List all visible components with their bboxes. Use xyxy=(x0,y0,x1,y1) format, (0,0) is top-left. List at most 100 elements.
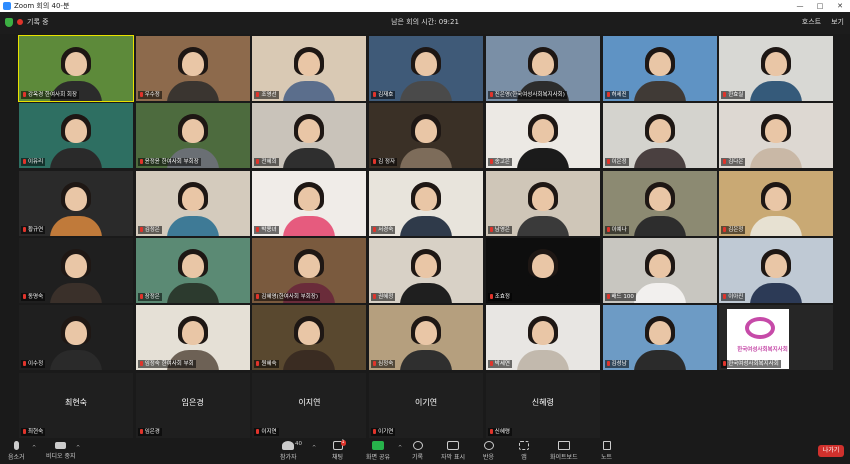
remaining-time: 남은 회의 시간: 09:21 xyxy=(391,18,459,26)
participant-tile[interactable]: 김 정자 xyxy=(369,103,484,169)
maximize-icon[interactable]: □ xyxy=(810,2,830,10)
participant-tile[interactable]: 장정은 xyxy=(135,237,250,303)
participant-name-label: 서경숙 xyxy=(371,225,396,234)
participant-name-label: 박용녀 xyxy=(254,225,279,234)
participant-name-label: 최현숙 xyxy=(21,427,46,436)
participant-name-label: 김다은 xyxy=(721,158,746,167)
muted-mic-icon xyxy=(373,428,377,434)
captions-button[interactable]: 자막 표시 xyxy=(441,441,465,461)
participant-tile[interactable]: 임은경 임은경 xyxy=(135,372,250,438)
muted-mic-icon xyxy=(606,226,610,232)
leave-button[interactable]: 나가기 xyxy=(818,445,844,457)
participant-name: 심정숙 xyxy=(378,361,394,368)
participant-tile[interactable]: 이유리 xyxy=(19,103,133,169)
share-options-chevron-icon[interactable]: ^ xyxy=(398,445,402,451)
participant-tile[interactable]: 강옥경 한여사회 회장 xyxy=(18,35,134,102)
participant-name: 김다은 xyxy=(728,159,744,166)
participant-tile[interactable]: 이은정 xyxy=(602,103,717,169)
participant-tile[interactable]: 한효실 xyxy=(719,36,834,101)
participant-tile[interactable]: 남영은 xyxy=(485,170,600,236)
participant-tile[interactable]: 송고은 xyxy=(485,103,600,169)
participant-tile[interactable]: 심정숙 xyxy=(369,305,484,371)
whiteboard-icon xyxy=(557,441,570,450)
participant-name: 김은정 xyxy=(728,226,744,233)
participant-tile[interactable]: 이예나 xyxy=(602,170,717,236)
muted-mic-icon xyxy=(723,293,727,299)
video-button[interactable]: 비디오 중지 xyxy=(46,441,76,460)
participant-name: 김정은 xyxy=(144,226,160,233)
participant-tile[interactable]: 김성남 xyxy=(602,305,717,371)
participant-tile[interactable]: 이아진 xyxy=(719,237,834,303)
minimize-icon[interactable]: — xyxy=(790,2,810,10)
notes-button[interactable]: 노트 xyxy=(601,441,612,461)
participant-face xyxy=(648,253,671,278)
participant-tile[interactable]: 김정은 xyxy=(135,170,250,236)
participant-tile[interactable]: 한국여성사회복지사회 한국여성사회복지사회 xyxy=(719,305,834,371)
participant-tile[interactable]: 김다은 xyxy=(719,103,834,169)
participant-name-label: 박세연 xyxy=(487,360,512,369)
participant-name-label: 조영선 xyxy=(254,91,279,99)
muted-mic-icon xyxy=(373,226,377,232)
participant-tile[interactable]: 원혜숙 xyxy=(252,305,367,371)
participant-face xyxy=(765,186,788,211)
view-button[interactable]: 보기 xyxy=(831,17,844,27)
participant-tile[interactable]: 허세진 xyxy=(602,36,717,101)
video-options-chevron-icon[interactable]: ^ xyxy=(76,445,80,451)
participant-face xyxy=(415,119,438,144)
participant-name-label: 전혜희 xyxy=(254,158,279,167)
record-button[interactable]: 기록 xyxy=(412,441,423,461)
participant-name-label: 이수정 xyxy=(21,360,46,369)
participant-tile[interactable]: 전혜희 xyxy=(252,103,367,169)
participant-name-label: 남영은 xyxy=(487,225,512,234)
participant-tile[interactable]: 우수정 xyxy=(135,36,250,101)
participant-tile[interactable]: 조영선 xyxy=(252,36,367,101)
participant-tile[interactable]: 이지연 이지연 xyxy=(252,372,367,438)
participant-face xyxy=(298,253,321,278)
participant-tile[interactable]: 황규연 xyxy=(19,170,133,236)
participants-chevron-icon[interactable]: ^ xyxy=(312,445,316,451)
participant-name-label: 이지연 xyxy=(254,427,279,436)
participant-tile[interactable]: 권혜정 xyxy=(369,237,484,303)
reactions-label: 반응 xyxy=(483,454,495,461)
participant-tile[interactable]: 박세연 xyxy=(485,305,600,371)
share-screen-button[interactable]: 화면 공유 xyxy=(366,441,390,461)
participant-tile[interactable]: 동명숙 xyxy=(19,237,133,303)
participant-name-label: 김은정 xyxy=(721,225,746,234)
participant-tile[interactable]: 임정숙 한여사회 부회 xyxy=(135,305,250,371)
participant-name-label: 원혜숙 xyxy=(254,360,279,369)
whiteboard-button[interactable]: 화이트보드 xyxy=(550,441,578,461)
participant-tile[interactable]: 박용녀 xyxy=(252,170,367,236)
participant-tile[interactable]: 윤정윤 한여사회 부회장 xyxy=(135,103,250,169)
chat-button[interactable]: 1 채팅 xyxy=(332,440,346,461)
participant-tile[interactable]: 서경숙 xyxy=(369,170,484,236)
reactions-button[interactable]: 반응 xyxy=(483,441,494,461)
participant-tile[interactable]: 이수정 xyxy=(19,305,133,371)
participant-face xyxy=(765,119,788,144)
share-screen-icon xyxy=(372,441,384,450)
participant-face xyxy=(648,52,671,76)
muted-mic-icon xyxy=(256,361,260,367)
audio-options-chevron-icon[interactable]: ^ xyxy=(32,445,36,451)
participant-tile[interactable]: 김혜영(한여사회 부회장) xyxy=(252,237,367,303)
close-icon[interactable]: ✕ xyxy=(830,2,850,10)
chat-icon: 1 xyxy=(332,440,346,450)
participant-tile[interactable]: 진은영(한국여성사회복지사회) xyxy=(485,36,600,101)
participant-tile[interactable]: 이기연 이기연 xyxy=(369,372,484,438)
participant-tile[interactable]: 김은정 xyxy=(719,170,834,236)
participant-name-label: 한국여성사회복지사회 xyxy=(721,360,781,369)
participant-name-label: 심정숙 xyxy=(371,360,396,369)
notes-label: 노트 xyxy=(601,454,613,461)
participant-tile[interactable]: 조효정 xyxy=(485,237,600,303)
participant-face xyxy=(298,119,321,144)
participant-tile[interactable]: 김재호 xyxy=(369,36,484,101)
participant-name: 장정은 xyxy=(144,293,160,300)
participant-name: 박용녀 xyxy=(261,226,277,233)
participant-tile[interactable]: 최현숙 최현숙 xyxy=(19,372,133,438)
mute-button[interactable]: 음소거 xyxy=(8,441,25,461)
participant-name-label: 조효정 xyxy=(487,292,512,301)
participant-tile[interactable]: 배드 100 xyxy=(602,237,717,303)
participant-name-label: 윤정윤 한여사회 부회장 xyxy=(137,158,201,167)
participant-tile[interactable]: 신혜령 신혜령 xyxy=(485,372,600,438)
apps-button[interactable]: 앱 xyxy=(519,441,529,461)
muted-mic-icon xyxy=(373,361,377,367)
